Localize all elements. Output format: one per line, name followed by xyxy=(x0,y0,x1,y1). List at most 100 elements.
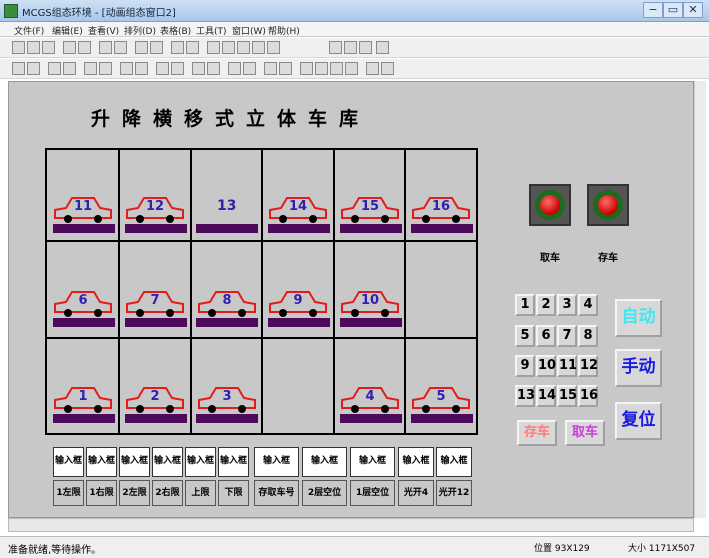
input-box[interactable]: 输入框 xyxy=(436,447,472,477)
align-center-icon[interactable] xyxy=(27,62,40,75)
keypad-11[interactable]: 11 xyxy=(557,355,577,377)
cut-icon[interactable] xyxy=(99,41,112,54)
center-h-icon[interactable] xyxy=(207,62,220,75)
input-box[interactable]: 输入框 xyxy=(398,447,434,477)
align-right-icon[interactable] xyxy=(48,62,61,75)
help-icon[interactable] xyxy=(376,41,389,54)
car-8[interactable]: 8 xyxy=(196,284,258,320)
font-icon[interactable] xyxy=(186,41,199,54)
copy-icon[interactable] xyxy=(114,41,127,54)
design-canvas[interactable]: 升降横移式立体车库 11 12 13 14 15 16 6 7 8 9 10 1… xyxy=(8,81,694,518)
open-icon[interactable] xyxy=(27,41,40,54)
preview-icon[interactable] xyxy=(78,41,91,54)
store-car-button[interactable]: 存车 xyxy=(517,420,557,446)
car-12[interactable]: 12 xyxy=(124,190,186,226)
menu-view[interactable]: 查看(V) xyxy=(88,24,119,37)
car-14[interactable]: 14 xyxy=(267,190,329,226)
fill-color-icon[interactable] xyxy=(207,41,220,54)
menu-window[interactable]: 窗口(W) xyxy=(232,24,266,37)
menu-edit[interactable]: 编辑(E) xyxy=(52,24,83,37)
same-height-icon[interactable] xyxy=(135,62,148,75)
align-middle-icon[interactable] xyxy=(84,62,97,75)
line-width-icon[interactable] xyxy=(267,41,280,54)
keypad-1[interactable]: 1 xyxy=(515,294,535,316)
align-top-icon[interactable] xyxy=(63,62,76,75)
undo-icon[interactable] xyxy=(135,41,148,54)
car-3[interactable]: 3 xyxy=(196,380,258,416)
close-button[interactable]: ✕ xyxy=(683,2,703,18)
input-box[interactable]: 输入框 xyxy=(302,447,347,477)
redo-icon[interactable] xyxy=(150,41,163,54)
input-box[interactable]: 输入框 xyxy=(185,447,216,477)
input-box[interactable]: 输入框 xyxy=(350,447,395,477)
layer-icon[interactable] xyxy=(345,62,358,75)
minimize-button[interactable]: − xyxy=(643,2,663,18)
input-box[interactable]: 输入框 xyxy=(218,447,249,477)
car-4[interactable]: 4 xyxy=(339,380,401,416)
unlock-icon[interactable] xyxy=(330,62,343,75)
new-icon[interactable] xyxy=(12,41,25,54)
line-color-icon[interactable] xyxy=(222,41,235,54)
reset-button[interactable]: 复位 xyxy=(615,402,662,440)
menu-help[interactable]: 帮助(H) xyxy=(268,24,300,37)
car-1[interactable]: 1 xyxy=(52,380,114,416)
car-2[interactable]: 2 xyxy=(124,380,186,416)
input-box[interactable]: 输入框 xyxy=(53,447,84,477)
horizontal-scrollbar[interactable] xyxy=(8,518,694,532)
input-box[interactable]: 输入框 xyxy=(86,447,117,477)
keypad-12[interactable]: 12 xyxy=(578,355,598,377)
group-icon[interactable] xyxy=(243,62,256,75)
keypad-9[interactable]: 9 xyxy=(515,355,535,377)
rotate-icon[interactable] xyxy=(366,62,379,75)
car-15[interactable]: 15 xyxy=(339,190,401,226)
keypad-10[interactable]: 10 xyxy=(536,355,556,377)
space-v-icon[interactable] xyxy=(192,62,205,75)
tools-icon[interactable] xyxy=(171,41,184,54)
keypad-7[interactable]: 7 xyxy=(557,325,577,347)
menu-arrange[interactable]: 排列(D) xyxy=(124,24,156,37)
same-size-icon[interactable] xyxy=(156,62,169,75)
save-icon[interactable] xyxy=(42,41,55,54)
print-icon[interactable] xyxy=(63,41,76,54)
window-icon[interactable] xyxy=(329,41,342,54)
car-6[interactable]: 6 xyxy=(52,284,114,320)
text-color-icon[interactable] xyxy=(237,41,250,54)
ungroup-icon[interactable] xyxy=(264,62,277,75)
same-width-icon[interactable] xyxy=(120,62,133,75)
retrieve-car-button[interactable]: 取车 xyxy=(565,420,605,446)
keypad-14[interactable]: 14 xyxy=(536,385,556,407)
keypad-2[interactable]: 2 xyxy=(536,294,556,316)
car-7[interactable]: 7 xyxy=(124,284,186,320)
keypad-13[interactable]: 13 xyxy=(515,385,535,407)
keypad-5[interactable]: 5 xyxy=(515,325,535,347)
input-box[interactable]: 输入框 xyxy=(119,447,150,477)
car-16[interactable]: 16 xyxy=(410,190,472,226)
center-v-icon[interactable] xyxy=(228,62,241,75)
line-type-icon[interactable] xyxy=(252,41,265,54)
send-back-icon[interactable] xyxy=(300,62,313,75)
car-11[interactable]: 11 xyxy=(52,190,114,226)
keypad-4[interactable]: 4 xyxy=(578,294,598,316)
menu-tools[interactable]: 工具(T) xyxy=(196,24,227,37)
keypad-15[interactable]: 15 xyxy=(557,385,577,407)
manual-mode-button[interactable]: 手动 xyxy=(615,349,662,387)
keypad-6[interactable]: 6 xyxy=(536,325,556,347)
menu-file[interactable]: 文件(F) xyxy=(14,24,44,37)
space-h-icon[interactable] xyxy=(171,62,184,75)
align-left-icon[interactable] xyxy=(12,62,25,75)
input-box[interactable]: 输入框 xyxy=(254,447,299,477)
auto-mode-button[interactable]: 自动 xyxy=(615,299,662,337)
flip-icon[interactable] xyxy=(381,62,394,75)
restore-button[interactable]: ▭ xyxy=(663,2,683,18)
car-5[interactable]: 5 xyxy=(410,380,472,416)
bring-front-icon[interactable] xyxy=(279,62,292,75)
keypad-8[interactable]: 8 xyxy=(578,325,598,347)
lock-icon[interactable] xyxy=(315,62,328,75)
keypad-16[interactable]: 16 xyxy=(578,385,598,407)
keypad-3[interactable]: 3 xyxy=(557,294,577,316)
car-9[interactable]: 9 xyxy=(267,284,329,320)
align-bottom-icon[interactable] xyxy=(99,62,112,75)
input-box[interactable]: 输入框 xyxy=(152,447,183,477)
check-icon[interactable] xyxy=(344,41,357,54)
grid-icon[interactable] xyxy=(359,41,372,54)
